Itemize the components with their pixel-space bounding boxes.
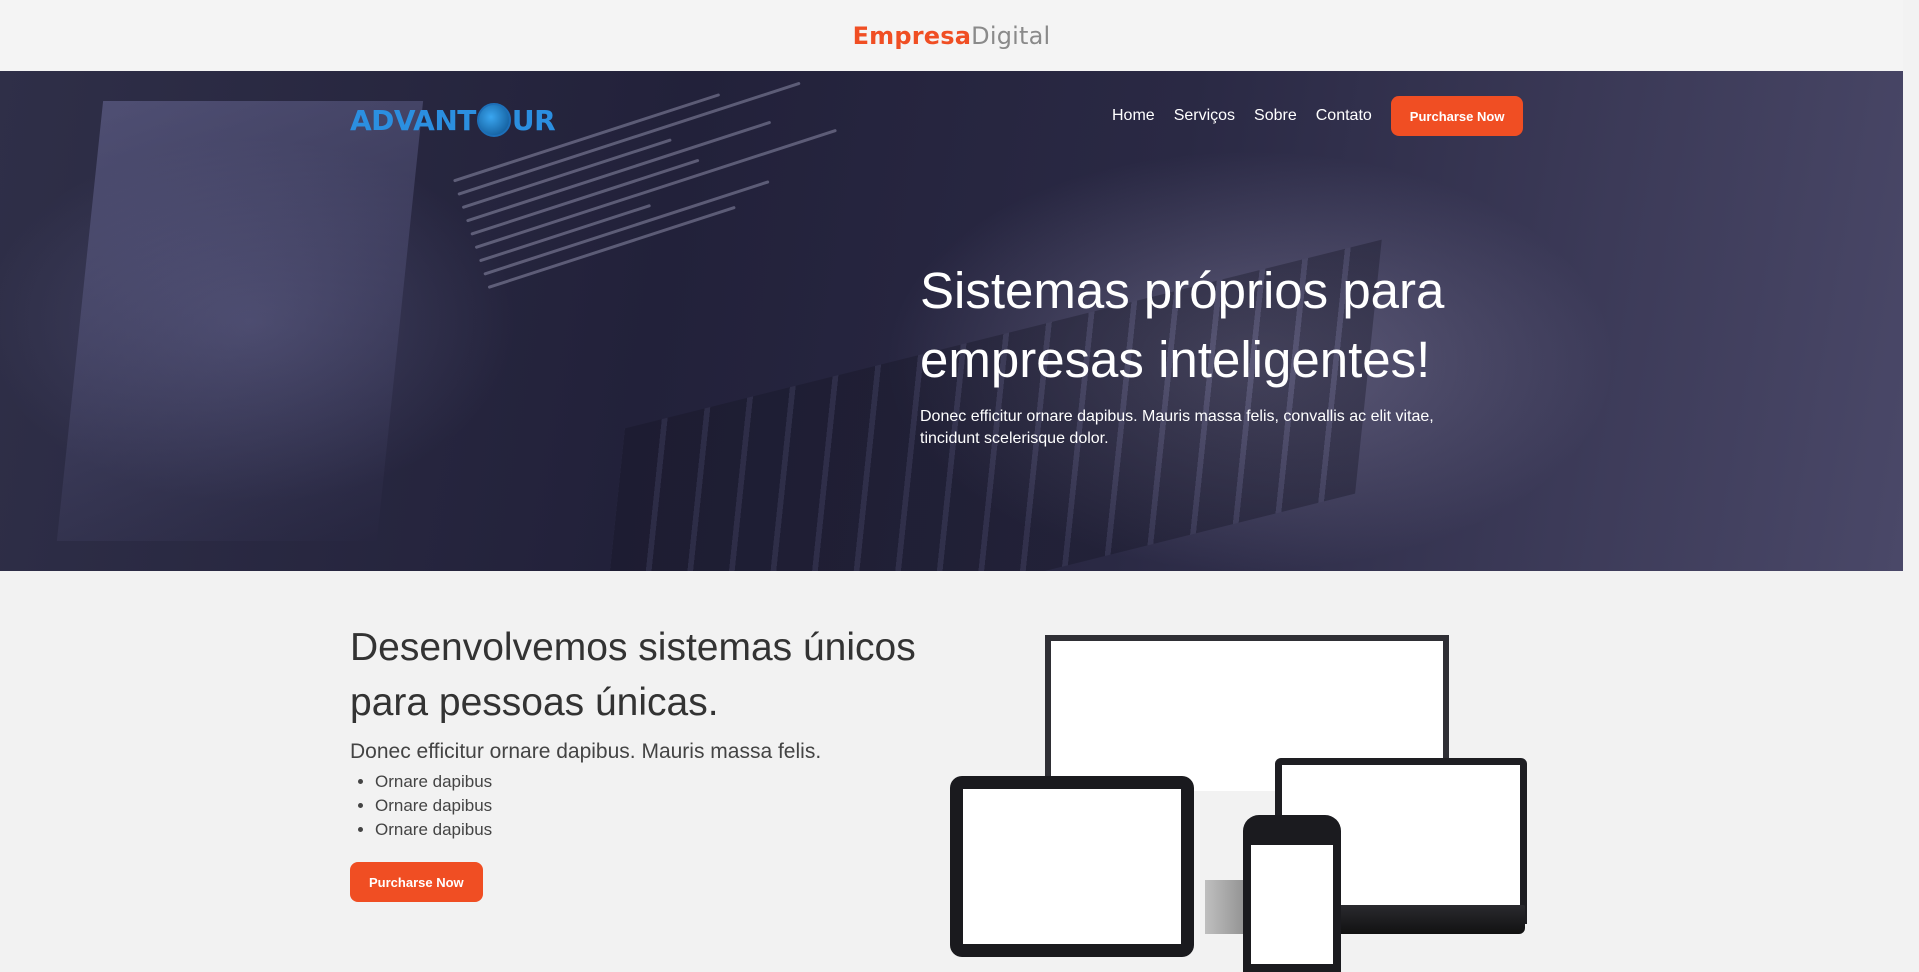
brand-name-bold: Empresa [852, 21, 972, 50]
main-nav: Home Serviços Sobre Contato Purcharse No… [1112, 96, 1524, 136]
hero-title-line1: Sistemas próprios para [920, 262, 1445, 319]
list-item: Ornare dapibus [375, 818, 940, 842]
hero-title-line2: empresas inteligentes! [920, 331, 1431, 388]
features-purchase-button[interactable]: Purcharse Now [350, 862, 483, 902]
hero-section: ADVANT UR Home Serviços Sobre Contato Pu… [0, 71, 1903, 571]
phone-device [1243, 815, 1341, 972]
hero-text: Sistemas próprios para empresas intelige… [920, 256, 1480, 450]
logo-text-right: UR [511, 103, 556, 137]
features-subtitle: Donec efficitur ornare dapibus. Mauris m… [350, 740, 822, 763]
hero-title: Sistemas próprios para empresas intelige… [920, 256, 1480, 394]
features-section: Desenvolvemos sistemas únicos para pesso… [350, 620, 940, 902]
features-title-line1: Desenvolvemos sistemas únicos [350, 626, 916, 669]
globe-icon [476, 103, 511, 137]
brand-name-light: Digital [971, 21, 1051, 50]
top-brand-bar: Empresa Digital [0, 0, 1903, 71]
site-logo[interactable]: ADVANT UR [350, 99, 556, 141]
list-item: Ornare dapibus [375, 770, 940, 794]
nav-servicos[interactable]: Serviços [1174, 107, 1235, 125]
header-purchase-button[interactable]: Purcharse Now [1390, 96, 1524, 136]
nav-home[interactable]: Home [1112, 107, 1155, 125]
features-title-line2: para pessoas únicas. [350, 681, 719, 724]
nav-contato[interactable]: Contato [1316, 107, 1372, 125]
features-title: Desenvolvemos sistemas únicos para pesso… [350, 620, 940, 730]
logo-text-left: ADVANT [350, 103, 476, 137]
devices-illustration [950, 630, 1530, 972]
tablet-device [950, 776, 1194, 957]
hero-subtitle: Donec efficitur ornare dapibus. Mauris m… [920, 408, 1434, 447]
list-item: Ornare dapibus [375, 794, 940, 818]
nav-sobre[interactable]: Sobre [1254, 107, 1297, 125]
hero-background-screen [56, 101, 424, 541]
features-list: Ornare dapibus Ornare dapibus Ornare dap… [350, 770, 940, 842]
